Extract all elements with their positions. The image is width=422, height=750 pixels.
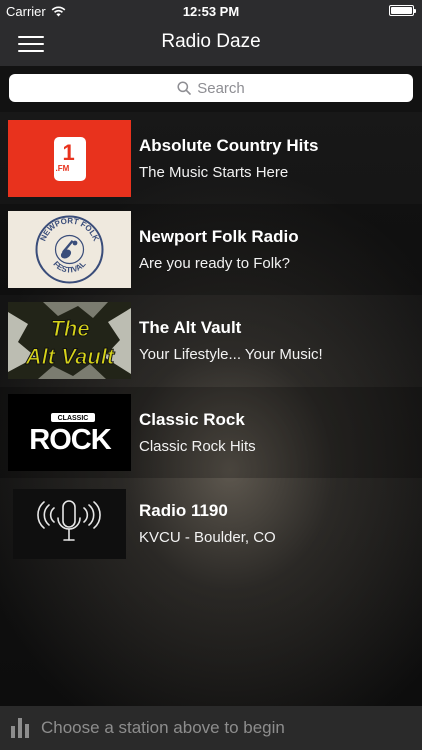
station-logo-classic-rock: CLASSIC ROCK (8, 394, 131, 471)
logo-small-text: CLASSIC (58, 415, 89, 422)
now-playing-message: Choose a station above to begin (41, 718, 285, 737)
app-screen: Carrier 12:53 PM Radio Daze Search 1 .FM… (0, 0, 422, 750)
battery-icon (389, 5, 416, 16)
logo-line-2: Alt Vault (25, 344, 116, 369)
alt-vault-logo-icon: The Alt Vault (8, 302, 131, 379)
station-name: Newport Folk Radio (139, 227, 299, 246)
station-name: Classic Rock (139, 410, 245, 429)
station-row-classic-rock[interactable]: CLASSIC ROCK Classic Rock Classic Rock H… (0, 387, 422, 478)
search-icon (177, 81, 192, 95)
now-playing-bar[interactable]: Choose a station above to begin (0, 706, 422, 750)
station-name: Absolute Country Hits (139, 136, 319, 155)
station-row-radio-1190[interactable]: Radio 1190 KVCU - Boulder, CO (0, 478, 422, 569)
station-logo-newport-folk: NEWPORT FOLK FESTIVAL (8, 211, 131, 288)
station-description: Your Lifestyle... Your Music! (139, 346, 323, 363)
station-logo-alt-vault: The Alt Vault (8, 302, 131, 379)
equalizer-icon (11, 718, 31, 738)
search-input[interactable]: Search (9, 74, 413, 102)
status-bar: Carrier 12:53 PM (0, 0, 422, 22)
logo-line-1: The (50, 316, 89, 341)
newport-folk-seal-icon: NEWPORT FOLK FESTIVAL (35, 215, 104, 284)
station-logo-1fm: 1 .FM (8, 120, 131, 197)
logo-big-text: ROCK (29, 424, 111, 456)
seal-top-text: NEWPORT FOLK (38, 216, 100, 242)
station-row-newport-folk-radio[interactable]: NEWPORT FOLK FESTIVAL Newport Folk Radio… (0, 204, 422, 295)
1fm-logo-icon: 1 .FM (53, 136, 86, 181)
svg-text:NEWPORT FOLK: NEWPORT FOLK (38, 216, 100, 242)
station-description: Are you ready to Folk? (139, 255, 290, 272)
navigation-bar: Radio Daze (0, 22, 422, 66)
station-row-absolute-country-hits[interactable]: 1 .FM Absolute Country Hits The Music St… (0, 113, 422, 204)
page-title: Radio Daze (161, 31, 261, 52)
search-placeholder: Search (197, 79, 245, 97)
classic-rock-logo-icon: CLASSIC ROCK (8, 394, 131, 471)
logo-fm-text: .FM (55, 163, 70, 173)
logo-number: 1 (62, 139, 75, 165)
station-description: Classic Rock Hits (139, 438, 256, 455)
station-name: The Alt Vault (139, 318, 242, 337)
station-name: Radio 1190 (139, 501, 228, 520)
svg-text:FESTIVAL: FESTIVAL (51, 259, 87, 274)
station-description: The Music Starts Here (139, 164, 289, 181)
station-row-the-alt-vault[interactable]: The Alt Vault The Alt Vault Your Lifesty… (0, 295, 422, 386)
seal-bottom-text: FESTIVAL (51, 259, 87, 274)
microphone-broadcast-icon (37, 500, 101, 541)
station-logo-radio-1190 (13, 489, 126, 559)
station-description: KVCU - Boulder, CO (139, 529, 276, 546)
clock: 12:53 PM (182, 4, 240, 19)
search-bar: Search (0, 66, 422, 112)
